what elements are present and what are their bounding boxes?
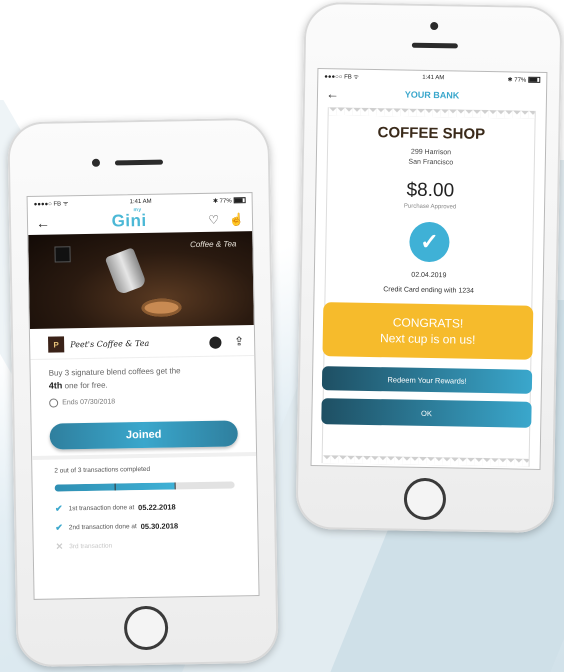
joined-button[interactable]: Joined	[49, 420, 238, 450]
divider	[32, 452, 257, 460]
card-info: Credit Card ending with 1234	[383, 286, 474, 295]
bank-header: ← YOUR BANK	[318, 83, 546, 107]
progress-tick	[174, 481, 176, 491]
left-phone: ●●●●○ FB ᯤ 1:41 AM ✱ 77% ← my Gini ♡ ☝ Co…	[7, 117, 279, 668]
right-phone-screen: ●●●○○ FB ᯤ 1:41 AM ✱ 77% ← YOUR BANK COF…	[310, 68, 548, 470]
carrier-text: ●●●●○ FB ᯤ	[33, 201, 69, 208]
back-arrow-icon[interactable]: ←	[36, 215, 50, 231]
clock-icon	[49, 398, 59, 408]
earpiece-speaker	[411, 42, 458, 49]
front-camera	[91, 158, 101, 167]
earpiece-speaker	[114, 159, 164, 166]
page-title: YOUR BANK	[404, 89, 460, 101]
battery-status: ✱ 77%	[213, 197, 246, 204]
shop-name: COFFEE SHOP	[377, 124, 486, 143]
home-button[interactable]	[403, 477, 447, 521]
share-icon[interactable]: ⇪	[234, 334, 244, 348]
transaction-item: ✕ 3rd transaction	[55, 541, 113, 552]
receipt-edge	[328, 107, 535, 119]
location-pin-icon[interactable]: ⬤	[209, 335, 223, 349]
home-button[interactable]	[123, 605, 169, 651]
purchase-status: Purchase Approved	[403, 203, 457, 211]
congrats-banner: CONGRATS! Next cup is on us!	[322, 302, 534, 360]
purchase-date: 02.04.2019	[411, 271, 447, 280]
front-camera	[430, 21, 439, 31]
merchant-name: Peet's Coffee & Tea	[70, 338, 150, 349]
offer-end-date: Ends 07/30/2018	[31, 389, 255, 414]
hero-image: Coffee & Tea	[28, 231, 254, 329]
purchase-amount: $8.00	[406, 179, 455, 202]
battery-icon	[233, 197, 246, 204]
status-time: 1:41 AM	[422, 74, 445, 82]
gini-logo: my Gini	[111, 206, 147, 231]
milk-pitcher-image	[104, 247, 148, 296]
ok-button[interactable]: OK	[321, 398, 532, 428]
checkmark-icon: ✔	[54, 503, 63, 514]
store-sign: Coffee & Tea	[189, 239, 237, 250]
close-icon: ✕	[55, 541, 64, 552]
checkmark-icon: ✓	[409, 221, 450, 263]
status-time: 1:41 AM	[129, 198, 152, 206]
checkmark-icon: ✔	[55, 522, 63, 533]
merchant-logo: P	[48, 336, 65, 353]
shop-address: 299 Harrison San Francisco	[408, 148, 454, 167]
redeem-rewards-button[interactable]: Redeem Your Rewards!	[321, 366, 533, 394]
receipt: COFFEE SHOP 299 Harrison San Francisco $…	[321, 107, 536, 467]
battery-icon	[528, 76, 541, 83]
offer-description: Buy 3 signature blend coffees get the 4t…	[48, 366, 181, 391]
merchant-row: P Peet's Coffee & Tea ⬤ ⇪	[29, 325, 255, 360]
carrier-text: ●●●○○ FB ᯤ	[324, 74, 359, 81]
left-phone-screen: ●●●●○ FB ᯤ 1:41 AM ✱ 77% ← my Gini ♡ ☝ Co…	[26, 192, 260, 600]
store-logo-image	[54, 246, 71, 263]
latte-cup-image	[141, 298, 182, 318]
receipt-edge	[322, 455, 529, 467]
heart-icon[interactable]: ♡	[208, 213, 219, 227]
progress-tick	[114, 482, 116, 492]
right-phone: ●●●○○ FB ᯤ 1:41 AM ✱ 77% ← YOUR BANK COF…	[295, 1, 563, 534]
progress-text: 2 out of 3 transactions completed	[54, 465, 151, 475]
progress-bar	[54, 481, 235, 492]
hand-pointer-icon[interactable]: ☝	[229, 212, 244, 226]
battery-status: ✱ 77%	[508, 76, 541, 84]
